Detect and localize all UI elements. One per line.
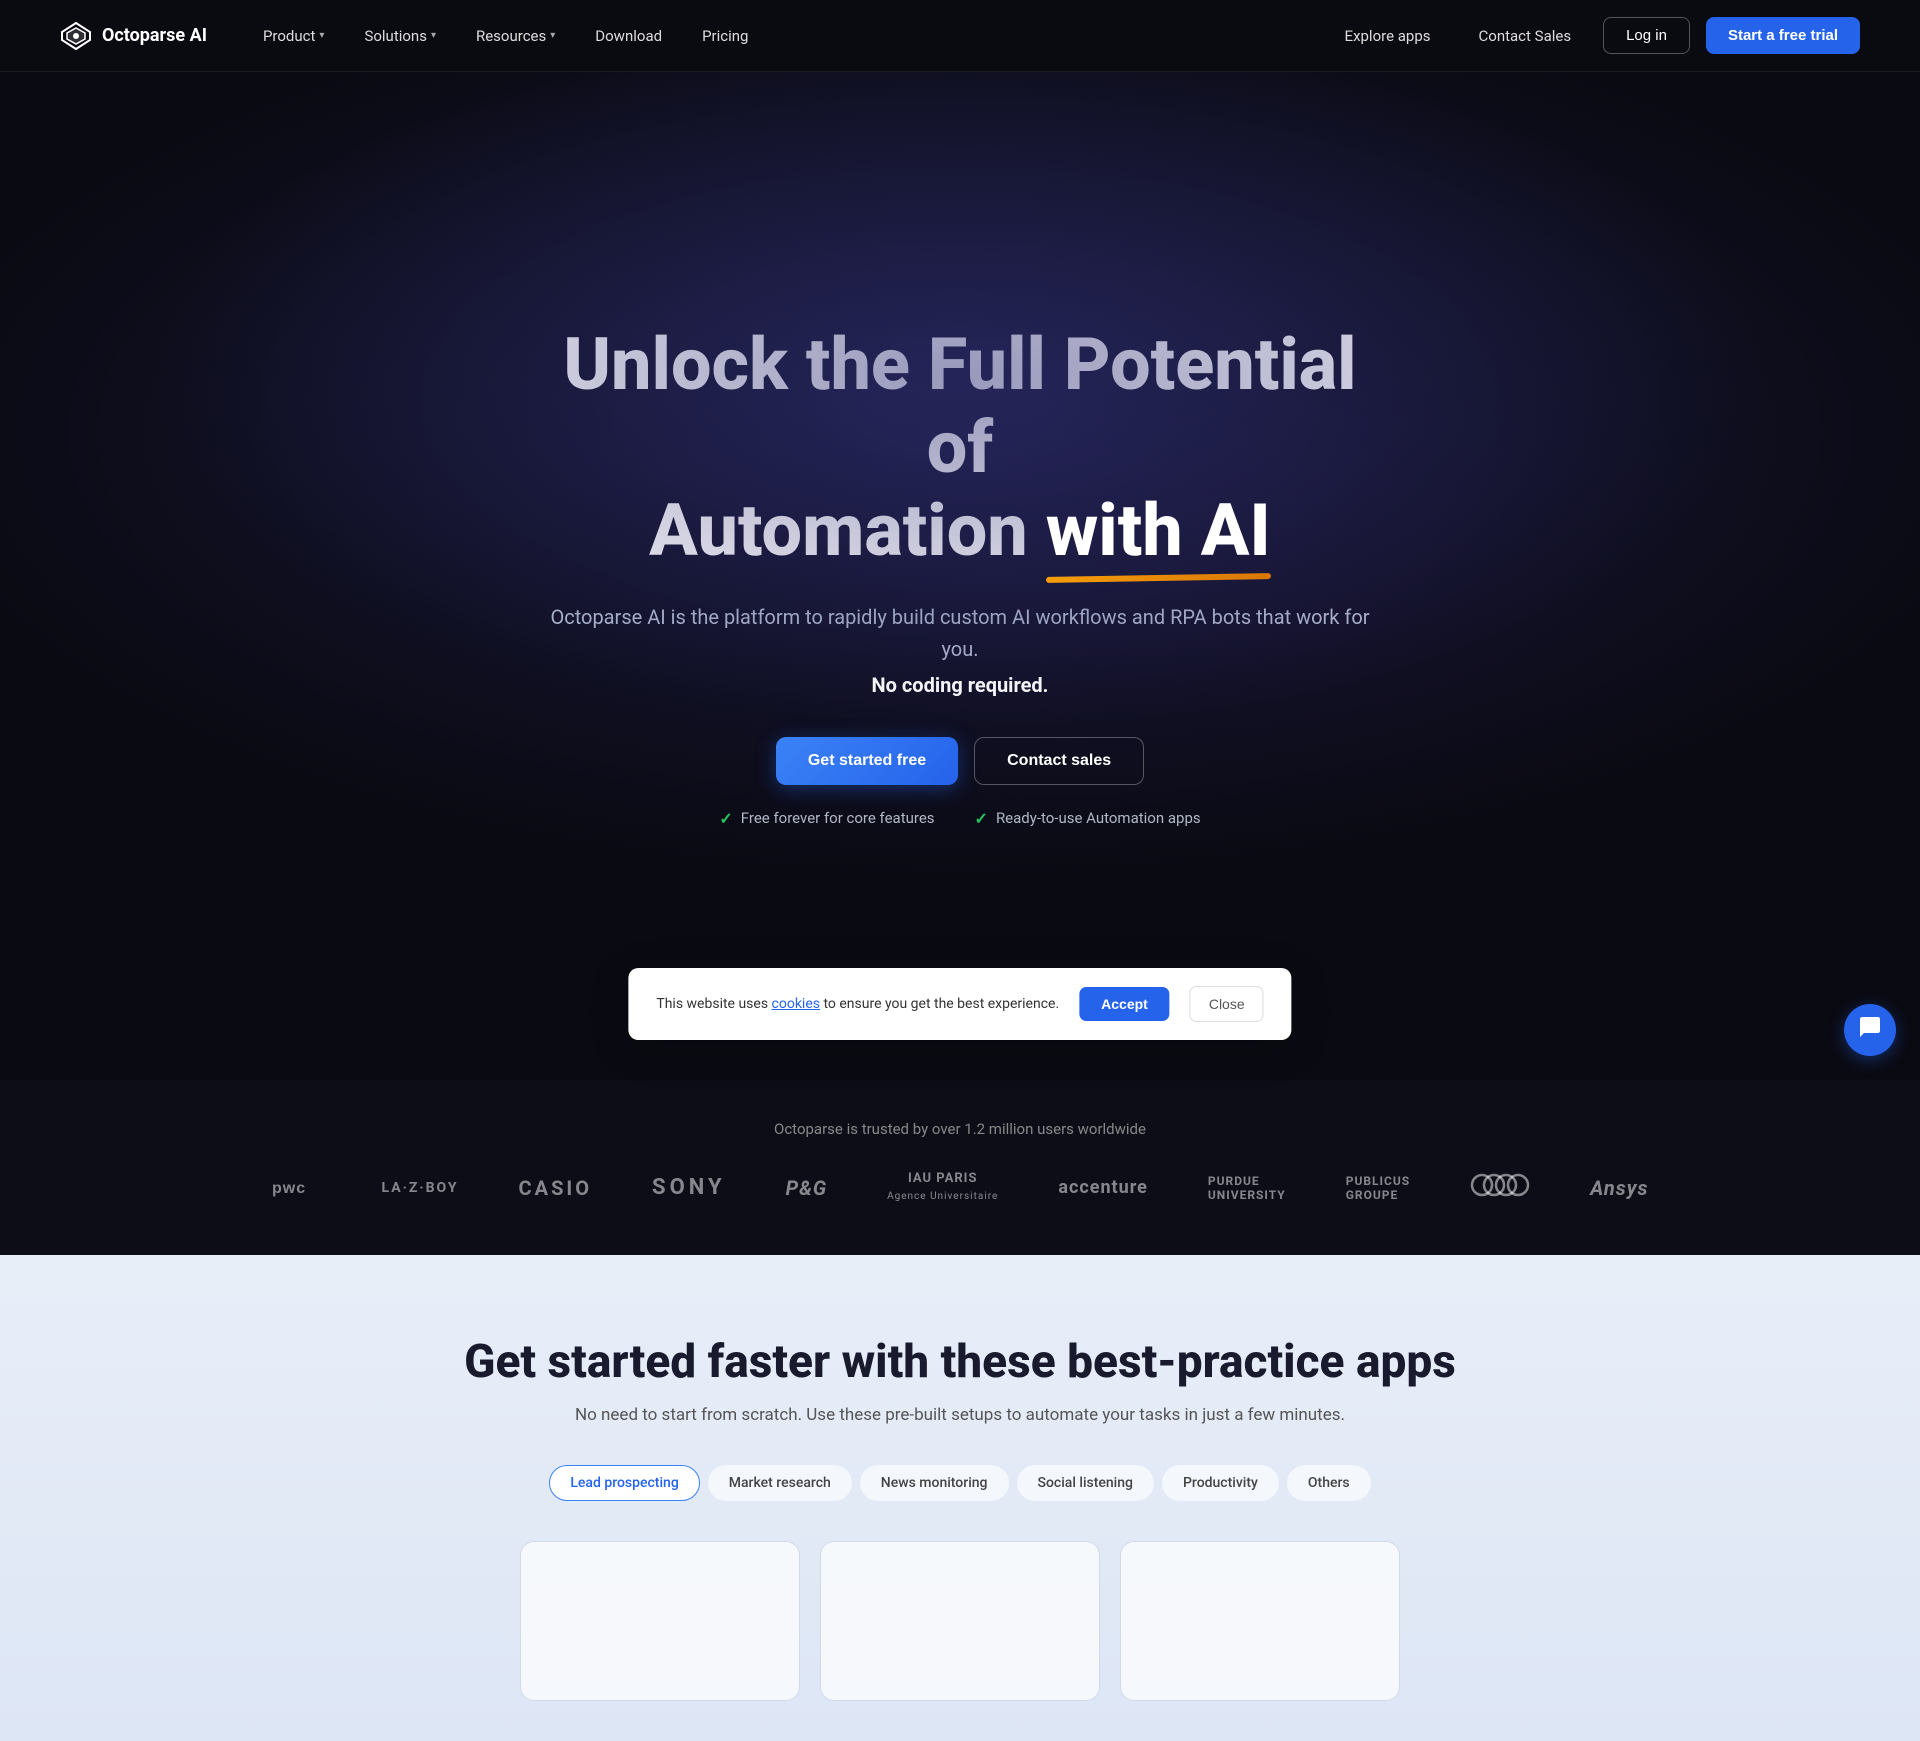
logo-publicus: PUBLICUSGROUPE: [1346, 1174, 1410, 1202]
nav-pricing[interactable]: Pricing: [686, 19, 764, 53]
logo-icon: [60, 20, 92, 52]
hero-buttons: Get started free Contact sales: [550, 737, 1370, 785]
hero-subtitle-bold: No coding required.: [550, 673, 1370, 697]
logo-sony: SONY: [652, 1175, 726, 1200]
tab-lead-prospecting[interactable]: Lead prospecting: [549, 1465, 699, 1501]
tab-productivity[interactable]: Productivity: [1162, 1465, 1279, 1501]
logo-audi: [1470, 1170, 1530, 1205]
cookie-text: This website uses cookies to ensure you …: [656, 996, 1059, 1012]
nav-download[interactable]: Download: [579, 19, 678, 53]
check-icon: ✓: [975, 809, 988, 828]
logo-purdue: PURDUEUNIVERSITY: [1208, 1174, 1286, 1202]
logo-lazyboy: LA·Z·BOY: [382, 1180, 459, 1196]
trusted-section: Octoparse is trusted by over 1.2 million…: [0, 1080, 1920, 1255]
get-started-button[interactable]: Get started free: [776, 737, 958, 785]
hero-feature-1: ✓ Free forever for core features: [719, 809, 934, 828]
chat-widget[interactable]: [1844, 1004, 1896, 1056]
contact-sales-button[interactable]: Contact sales: [974, 737, 1144, 785]
hero-title-highlight: with AI: [1046, 490, 1271, 573]
login-button[interactable]: Log in: [1603, 17, 1690, 54]
hero-content: Unlock the Full Potential of Automation …: [510, 324, 1410, 827]
logo-casio: CASIO: [519, 1176, 592, 1200]
nav-right: Explore apps Contact Sales Log in Start …: [1329, 17, 1860, 54]
start-trial-button[interactable]: Start a free trial: [1706, 17, 1860, 54]
app-card-2[interactable]: [820, 1541, 1100, 1701]
logo-accenture: accenture: [1058, 1177, 1148, 1198]
app-card-1[interactable]: [520, 1541, 800, 1701]
hero-title: Unlock the Full Potential of Automation …: [550, 324, 1370, 572]
tab-social-listening[interactable]: Social listening: [1017, 1465, 1154, 1501]
cards-row: [60, 1541, 1860, 1701]
hero-features: ✓ Free forever for core features ✓ Ready…: [550, 809, 1370, 828]
brand-name: Octoparse AI: [102, 25, 207, 46]
chevron-down-icon: ▾: [319, 30, 324, 41]
tabs-row: Lead prospecting Market research News mo…: [60, 1465, 1860, 1501]
logo-pwc: pwc: [272, 1171, 322, 1205]
tab-market-research[interactable]: Market research: [708, 1465, 852, 1501]
accept-button[interactable]: Accept: [1079, 987, 1170, 1021]
hero-feature-2: ✓ Ready-to-use Automation apps: [975, 809, 1201, 828]
cookie-link[interactable]: cookies: [772, 996, 820, 1012]
hero-section: Unlock the Full Potential of Automation …: [0, 0, 1920, 1080]
check-icon: ✓: [719, 809, 732, 828]
navbar: Octoparse AI Product ▾ Solutions ▾ Resou…: [0, 0, 1920, 72]
nav-solutions[interactable]: Solutions ▾: [348, 19, 452, 53]
chevron-down-icon: ▾: [431, 30, 436, 41]
second-section: Get started faster with these best-pract…: [0, 1255, 1920, 1741]
trusted-text: Octoparse is trusted by over 1.2 million…: [0, 1120, 1920, 1138]
logos-row: pwc LA·Z·BOY CASIO SONY P&G IAU PARISAge…: [0, 1170, 1920, 1235]
close-button[interactable]: Close: [1190, 986, 1264, 1022]
logo[interactable]: Octoparse AI: [60, 20, 207, 52]
tab-news-monitoring[interactable]: News monitoring: [860, 1465, 1009, 1501]
app-card-3[interactable]: [1120, 1541, 1400, 1701]
cookie-banner: This website uses cookies to ensure you …: [628, 968, 1291, 1040]
section-subtitle: No need to start from scratch. Use these…: [60, 1405, 1860, 1425]
nav-left: Octoparse AI Product ▾ Solutions ▾ Resou…: [60, 19, 764, 53]
section-title: Get started faster with these best-pract…: [60, 1335, 1860, 1389]
chevron-down-icon: ▾: [550, 30, 555, 41]
nav-product[interactable]: Product ▾: [247, 19, 340, 53]
svg-text:pwc: pwc: [272, 1180, 306, 1197]
hero-subtitle: Octoparse AI is the platform to rapidly …: [550, 601, 1370, 665]
tab-others[interactable]: Others: [1287, 1465, 1371, 1501]
logo-iau: IAU PARISAgence Universitaire: [887, 1171, 998, 1205]
contact-sales-link[interactable]: Contact Sales: [1463, 19, 1588, 53]
nav-resources[interactable]: Resources ▾: [460, 19, 571, 53]
explore-apps-link[interactable]: Explore apps: [1329, 19, 1447, 53]
logo-pg: P&G: [786, 1176, 828, 1200]
chat-icon: [1858, 1015, 1882, 1045]
logo-ansys: Ansys: [1590, 1176, 1648, 1200]
